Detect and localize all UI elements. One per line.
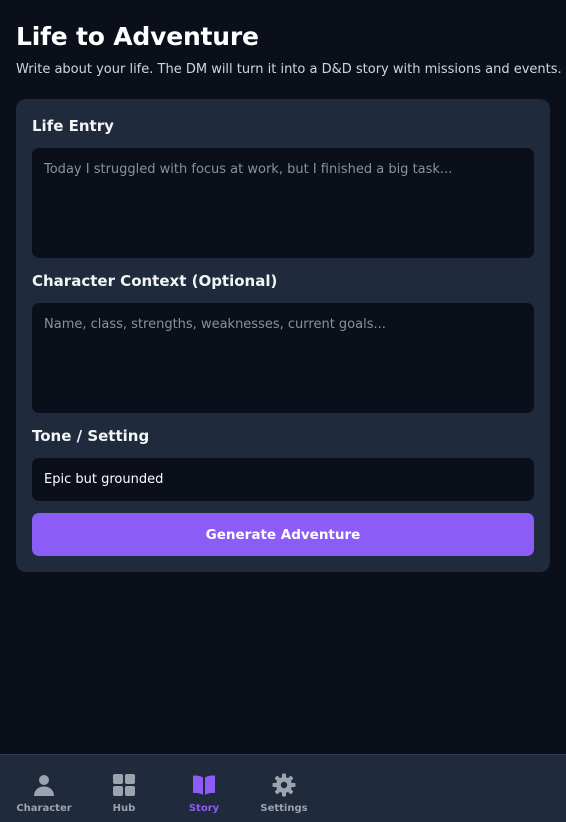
nav-item-settings[interactable]: Settings [249, 773, 319, 814]
generate-adventure-button[interactable]: Generate Adventure [32, 513, 534, 556]
life-entry-label: Life Entry [32, 117, 114, 135]
person-icon [34, 775, 54, 796]
nav-label-story: Story [188, 803, 220, 814]
nav-item-hub[interactable]: Hub [89, 773, 159, 814]
character-context-label: Character Context (Optional) [32, 272, 278, 290]
bottom-nav: Character Hub Story Settings [0, 754, 566, 822]
nav-label-settings: Settings [260, 803, 308, 814]
tone-setting-label: Tone / Setting [32, 427, 150, 445]
gear-icon [272, 773, 296, 797]
nav-item-character[interactable]: Character [9, 773, 79, 814]
nav-label-character: Character [16, 803, 72, 814]
page-subtitle: Write about your life. The DM will turn … [16, 62, 562, 77]
life-entry-textarea[interactable] [32, 148, 534, 258]
character-context-textarea[interactable] [32, 303, 534, 413]
page-title: Life to Adventure [16, 22, 259, 51]
tone-setting-input[interactable] [32, 458, 534, 501]
adventure-form-card: Life Entry Character Context (Optional) … [16, 99, 550, 572]
nav-item-story[interactable]: Story [169, 773, 239, 814]
grid-icon [113, 774, 135, 796]
nav-label-hub: Hub [112, 803, 136, 814]
book-icon [193, 775, 215, 795]
